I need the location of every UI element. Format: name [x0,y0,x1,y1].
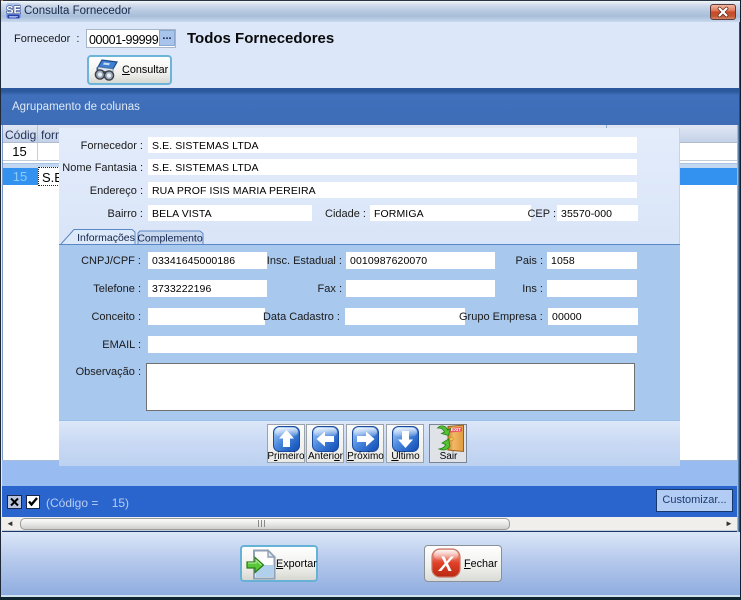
svg-text:EXIT: EXIT [451,427,461,432]
svg-text:Informações: Informações [77,232,135,244]
svg-text:Complemento: Complemento [137,233,203,245]
